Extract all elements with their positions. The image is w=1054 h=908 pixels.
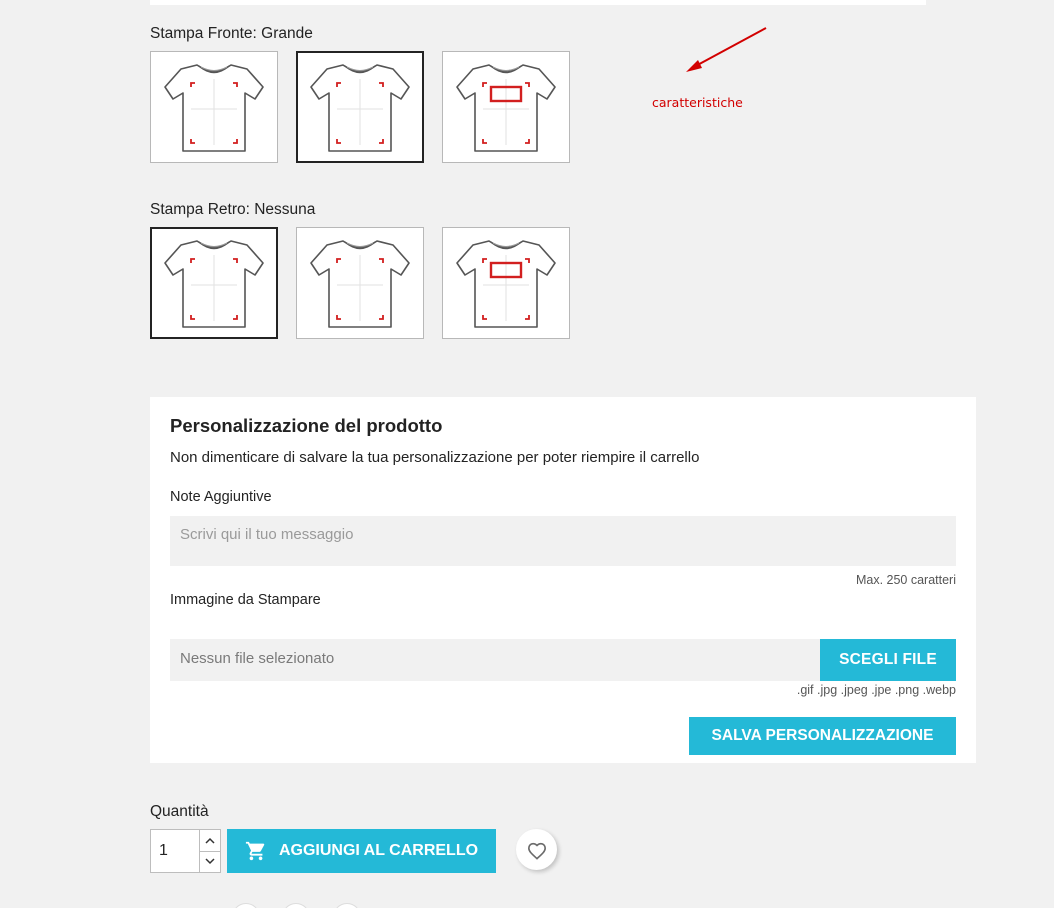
quantity-decrease-button[interactable]: [200, 850, 220, 873]
back-option-2[interactable]: [296, 227, 424, 339]
add-to-cart-button[interactable]: AGGIUNGI AL CARRELLO: [227, 829, 496, 873]
file-input-display[interactable]: Nessun file selezionato: [170, 639, 820, 681]
social-share-dot[interactable]: [232, 903, 260, 908]
back-print-options: [150, 227, 570, 339]
save-customization-button[interactable]: SALVA PERSONALIZZAZIONE: [689, 717, 956, 755]
tshirt-icon: [164, 64, 264, 152]
quantity-increase-button[interactable]: [200, 830, 220, 851]
back-option-1[interactable]: [150, 227, 278, 339]
wishlist-button[interactable]: [516, 829, 557, 870]
tshirt-icon: [310, 64, 410, 152]
allowed-formats-hint: .gif .jpg .jpeg .jpe .png .webp: [796, 683, 956, 697]
previous-section-edge: [150, 0, 926, 5]
max-chars-hint: Max. 250 caratteri: [855, 573, 956, 587]
back-print-label: Stampa Retro: Nessuna: [150, 201, 316, 218]
front-print-label: Stampa Fronte: Grande: [150, 25, 313, 42]
tshirt-icon: [164, 240, 264, 328]
tshirt-icon: [456, 240, 556, 328]
social-share-dot[interactable]: [333, 903, 361, 908]
heart-icon: [527, 842, 546, 860]
chevron-up-icon: [205, 837, 215, 844]
front-option-1[interactable]: [150, 51, 278, 163]
customization-subtitle: Non dimenticare di salvare la tua person…: [170, 449, 700, 466]
image-label: Immagine da Stampare: [170, 592, 321, 608]
choose-file-button[interactable]: SCEGLI FILE: [820, 639, 956, 681]
notes-textarea[interactable]: [170, 516, 956, 566]
customization-title: Personalizzazione del prodotto: [170, 415, 443, 436]
social-share-dot[interactable]: [282, 903, 310, 908]
front-option-3[interactable]: [442, 51, 570, 163]
quantity-input[interactable]: [151, 830, 199, 872]
add-to-cart-label: AGGIUNGI AL CARRELLO: [278, 842, 479, 859]
front-option-2[interactable]: [296, 51, 424, 163]
tshirt-icon: [456, 64, 556, 152]
notes-label: Note Aggiuntive: [170, 489, 272, 505]
quantity-stepper: [150, 829, 221, 873]
annotation-arrow: [686, 27, 767, 72]
back-option-3[interactable]: [442, 227, 570, 339]
annotation-label: caratteristiche: [652, 95, 743, 110]
quantity-arrows: [199, 830, 220, 872]
quantity-label: Quantità: [150, 803, 209, 820]
tshirt-icon: [310, 240, 410, 328]
front-print-options: [150, 51, 570, 163]
chevron-down-icon: [205, 858, 215, 865]
product-customization-card: Personalizzazione del prodotto Non dimen…: [150, 397, 976, 763]
cart-icon: [245, 841, 265, 861]
